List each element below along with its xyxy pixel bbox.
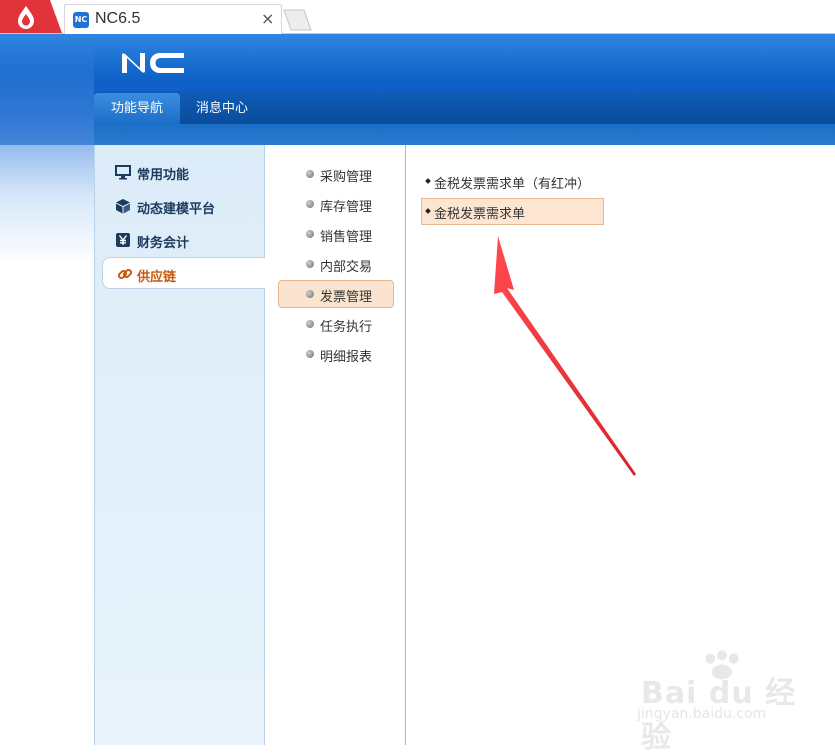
function-tax-invoice-request-red[interactable]: 金税发票需求单（有红冲）: [421, 168, 604, 195]
function-label: 金税发票需求单（有红冲）: [434, 177, 591, 192]
module-label: 内部交易: [320, 260, 373, 275]
link-icon: [117, 268, 133, 280]
monitor-icon: [115, 165, 131, 180]
category-label: 常用功能: [137, 168, 190, 183]
bullet-icon: [306, 260, 314, 268]
module-label: 任务执行: [320, 320, 373, 335]
module-label: 销售管理: [320, 230, 373, 245]
module-purchase-management[interactable]: 采购管理: [278, 160, 394, 188]
new-tab-icon[interactable]: [282, 9, 312, 31]
module-sales-management[interactable]: 销售管理: [278, 220, 394, 248]
category-panel: 常用功能 动态建模平台 财务会计 供应链: [94, 145, 267, 745]
nc-favicon-icon: NC: [73, 12, 89, 28]
yen-icon: [116, 233, 130, 247]
category-financial-accounting[interactable]: 财务会计: [95, 225, 265, 255]
category-dynamic-modeling[interactable]: 动态建模平台: [95, 191, 265, 221]
module-label: 明细报表: [320, 350, 373, 365]
bullet-icon: [306, 230, 314, 238]
category-common-functions[interactable]: 常用功能: [95, 157, 265, 187]
category-label: 动态建模平台: [137, 202, 216, 217]
bullet-icon: [425, 208, 431, 214]
tab-message-center[interactable]: 消息中心: [186, 93, 258, 124]
browser-tab[interactable]: NC NC6.5 ×: [64, 4, 282, 34]
category-label: 供应链: [137, 270, 177, 285]
function-tax-invoice-request[interactable]: 金税发票需求单: [421, 198, 604, 225]
module-label: 库存管理: [320, 200, 373, 215]
module-task-execution[interactable]: 任务执行: [278, 310, 394, 338]
nav-bar-strip: [94, 124, 835, 145]
bullet-icon: [306, 290, 314, 298]
module-detail-report[interactable]: 明细报表: [278, 340, 394, 368]
cube-icon: [116, 199, 130, 214]
module-label: 采购管理: [320, 170, 373, 185]
nc-logo: [122, 53, 184, 73]
category-supply-chain[interactable]: 供应链: [102, 257, 267, 289]
tab-function-navigation[interactable]: 功能导航: [94, 93, 180, 124]
module-internal-trade[interactable]: 内部交易: [278, 250, 394, 278]
bullet-icon: [306, 200, 314, 208]
bullet-icon: [306, 170, 314, 178]
bullet-icon: [306, 350, 314, 358]
watermark-url: jingyan.baidu.com: [637, 706, 767, 722]
module-panel: 采购管理 库存管理 销售管理 内部交易 发票管理 任务执行 明细报表: [265, 145, 406, 745]
module-inventory-management[interactable]: 库存管理: [278, 190, 394, 218]
bullet-icon: [425, 178, 431, 184]
function-label: 金税发票需求单: [434, 207, 526, 222]
browser-tab-strip: NC NC6.5 ×: [0, 0, 835, 34]
annotation-arrow: [494, 236, 636, 476]
category-label: 财务会计: [137, 236, 190, 251]
browser-logo-icon[interactable]: [0, 0, 62, 33]
bullet-icon: [306, 320, 314, 328]
tab-title: NC6.5: [95, 10, 141, 27]
baidu-jingyan-watermark: Bai du 经验 jingyan.baidu.com: [635, 650, 825, 755]
close-tab-icon[interactable]: ×: [261, 9, 274, 28]
header-glow-decoration: [0, 34, 94, 264]
module-label: 发票管理: [320, 290, 373, 305]
module-invoice-management[interactable]: 发票管理: [278, 280, 394, 308]
